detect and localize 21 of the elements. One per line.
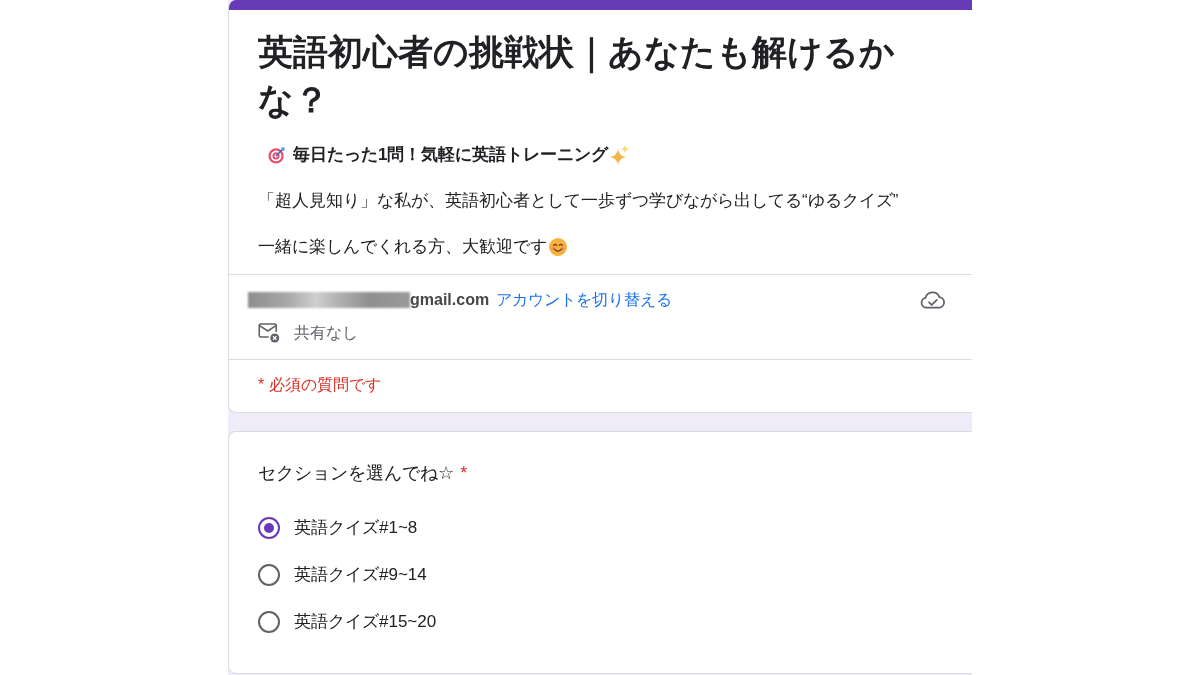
cloud-check-icon [920, 291, 946, 309]
required-note: * 必須の質問です [257, 375, 382, 395]
form-title: 英語初心者の挑戦状｜あなたも解けるかな？ [257, 31, 896, 121]
description-heading: 毎日たった1問！気軽に英語トレーニング [293, 144, 609, 166]
description-text: 一緒に楽しんでくれる方、大歓迎です [258, 236, 547, 258]
sparkle-emoji-icon [610, 145, 630, 165]
option-label[interactable]: 英語クイズ#1~8 [294, 516, 418, 540]
option-label[interactable]: 英語クイズ#9~14 [294, 563, 427, 587]
radio-button[interactable] [258, 611, 280, 633]
option-label[interactable]: 英語クイズ#15~20 [294, 610, 437, 634]
radio-button[interactable] [258, 564, 280, 586]
required-asterisk: * [460, 462, 468, 485]
description-text: 「超人見知り」な私が、英語初心者として一歩ずつ学びながら出してる“ゆるクイズ” [258, 190, 899, 212]
target-emoji-icon [268, 146, 285, 164]
switch-account-link[interactable]: アカウントを切り替える [496, 289, 673, 311]
envelope-x-icon [258, 323, 280, 343]
radio-button[interactable] [258, 517, 280, 539]
question-title: セクションを選んでね☆ [258, 462, 455, 485]
account-email: gmail.com [410, 290, 490, 310]
sharing-status: 共有なし [294, 323, 358, 343]
smiling-face-emoji-icon [549, 238, 567, 256]
